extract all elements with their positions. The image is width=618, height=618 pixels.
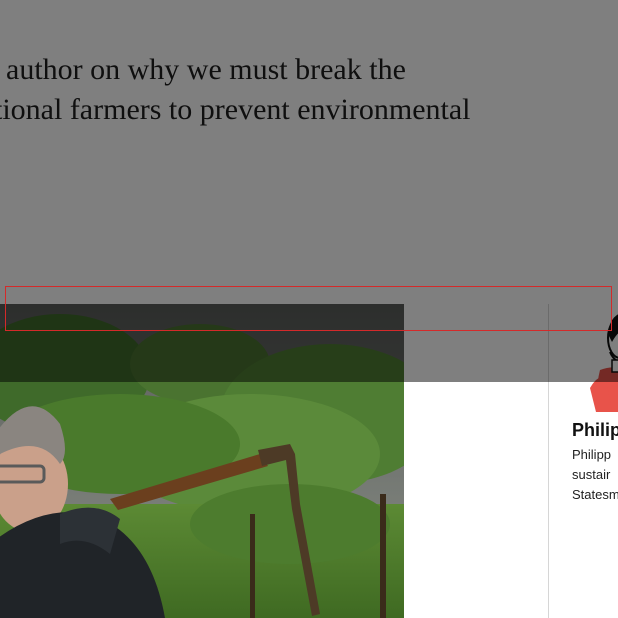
author-bio-line: Statesm <box>572 487 618 502</box>
focus-outline <box>5 286 612 331</box>
author-bio-line: Philipp <box>572 447 612 462</box>
author-bio: Philipp sustair Statesm <box>572 445 618 505</box>
author-bio-line: sustair <box>572 467 611 482</box>
author-name[interactable]: Philip <box>572 420 618 441</box>
